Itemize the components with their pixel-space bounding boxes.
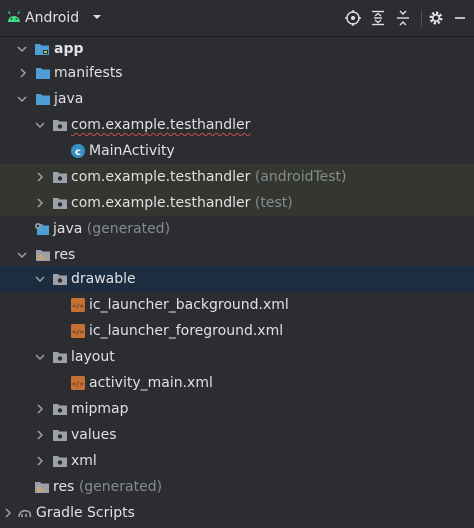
tree-item-label: Gradle Scripts [36,505,135,521]
tree-item-package-android-test[interactable]: com.example.testhandler (androidTest) [0,164,474,190]
tree-item-main-activity[interactable]: MainActivity [0,138,474,164]
package-icon [52,271,68,287]
tree-item-label: ic_launcher_background.xml [89,297,289,313]
resource-folder-icon [35,247,51,263]
package-icon [52,427,68,443]
tree-item-package-main[interactable]: com.example.testhandler [0,112,474,138]
xml-file-icon [70,297,86,313]
tree-item-label: drawable [71,271,136,287]
tree-item-label: xml [71,453,97,469]
project-panel: Android app manifests java com.example.t… [0,0,474,528]
gear-icon[interactable] [427,9,445,27]
dropdown-arrow-icon[interactable] [92,10,102,24]
tree-item-java[interactable]: java [0,86,474,112]
chevron-right-icon[interactable] [35,403,45,415]
tree-item-label: ic_launcher_foreground.xml [89,323,284,339]
package-icon [52,117,68,133]
tree-item-package-test[interactable]: com.example.testhandler (test) [0,190,474,216]
tree-item-label: values [71,427,117,443]
package-icon [52,169,68,185]
chevron-right-icon[interactable] [35,197,45,209]
gradle-icon [17,505,33,521]
chevron-right-icon[interactable] [3,507,13,519]
tree-item-res-generated[interactable]: res (generated) [0,474,474,500]
tree-item-label: com.example.testhandler (androidTest) [71,169,347,185]
toolbar-separator [421,10,422,27]
tree-item-label: app [54,41,84,57]
tree-item-label: mipmap [71,401,129,417]
generated-folder-icon [34,221,50,237]
package-icon [52,453,68,469]
chevron-right-icon[interactable] [35,455,45,467]
tree-item-label: res (generated) [53,479,163,495]
chevron-down-icon[interactable] [17,93,27,105]
chevron-right-icon[interactable] [35,171,45,183]
tree-item-ic-launcher-background[interactable]: ic_launcher_background.xml [0,292,474,318]
tree-item-label: com.example.testhandler [71,117,251,133]
tree-item-label: java (generated) [53,221,171,237]
tree-item-activity-main[interactable]: activity_main.xml [0,370,474,396]
tree-item-label: manifests [54,65,123,81]
package-icon [52,195,68,211]
tree-item-label: com.example.testhandler (test) [71,195,293,211]
tree-item-label: layout [71,349,115,365]
chevron-down-icon[interactable] [35,273,45,285]
folder-icon [35,91,51,107]
package-icon [52,349,68,365]
tree-item-java-generated[interactable]: java (generated) [0,216,474,242]
chevron-down-icon[interactable] [35,351,45,363]
tree-item-label: activity_main.xml [89,375,213,391]
expand-all-icon[interactable] [369,9,387,27]
resource-folder-icon [34,479,50,495]
locate-target-icon[interactable] [344,9,362,27]
module-folder-icon [34,41,50,57]
tree-item-label: java [54,91,84,107]
project-toolbar: Android [0,0,474,37]
tree-item-mipmap[interactable]: mipmap [0,396,474,422]
android-icon [7,11,21,22]
folder-icon [35,65,51,81]
class-icon [70,143,86,159]
chevron-right-icon[interactable] [35,429,45,441]
tree-item-manifests[interactable]: manifests [0,60,474,86]
tree-item-ic-launcher-foreground[interactable]: ic_launcher_foreground.xml [0,318,474,344]
tree-item-values[interactable]: values [0,422,474,448]
package-icon [52,401,68,417]
chevron-down-icon[interactable] [17,249,27,261]
tree-item-label: MainActivity [89,143,175,159]
collapse-all-icon[interactable] [394,9,412,27]
xml-file-icon [70,323,86,339]
tree-item-res[interactable]: res [0,242,474,268]
xml-file-icon [70,375,86,391]
chevron-down-icon[interactable] [17,43,27,55]
tree-item-drawable[interactable]: drawable [0,266,474,292]
chevron-down-icon[interactable] [35,119,45,131]
tree-item-layout[interactable]: layout [0,344,474,370]
tree-item-gradle-scripts[interactable]: Gradle Scripts [0,500,474,526]
tree-item-label: res [54,247,76,263]
hide-panel-icon[interactable] [451,9,469,27]
chevron-right-icon[interactable] [18,67,28,79]
tree-item-xml[interactable]: xml [0,448,474,474]
tree-item-app[interactable]: app [0,36,474,62]
view-mode-selector[interactable]: Android [25,10,79,26]
